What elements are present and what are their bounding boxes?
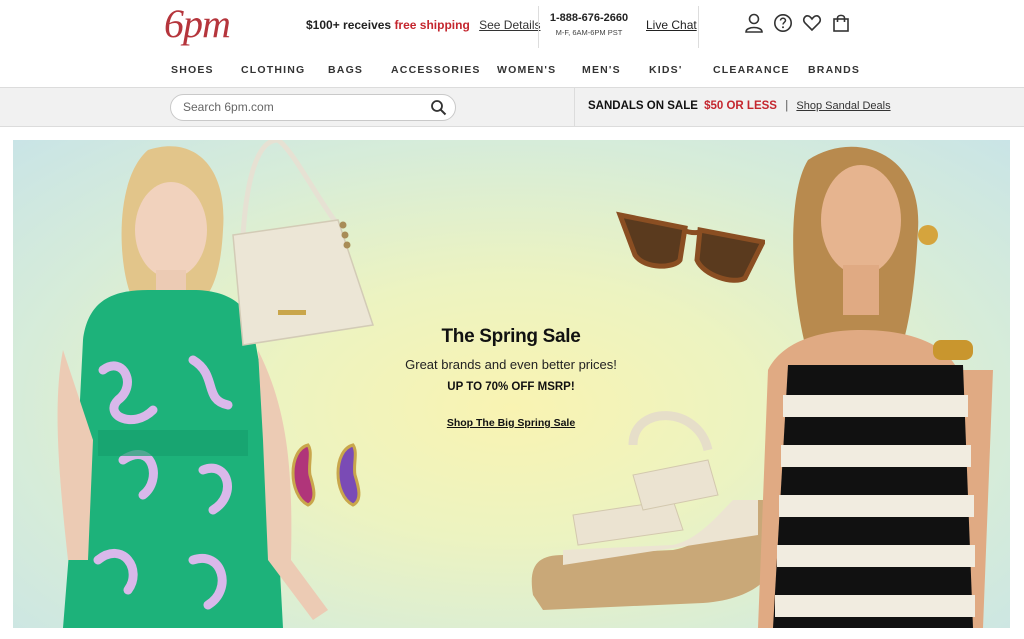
sandals-headline: SANDALS ON SALE [588, 100, 698, 112]
nav-brands[interactable]: BRANDS [808, 64, 860, 76]
hero-text: The Spring Sale Great brands and even be… [393, 326, 629, 431]
promo-lead: $100+ receives [306, 18, 392, 32]
model-right-image [758, 146, 993, 628]
shop-spring-sale-link[interactable]: Shop The Big Spring Sale [447, 417, 575, 429]
nav-clothing[interactable]: CLOTHING [241, 64, 305, 76]
nav-bags[interactable]: BAGS [328, 64, 363, 76]
phone-contact: 1-888-676-2660 M-F, 6AM-6PM PST [548, 12, 630, 37]
shop-sandal-deals-link[interactable]: Shop Sandal Deals [796, 100, 890, 112]
divider [698, 6, 699, 48]
nav-womens[interactable]: WOMEN'S [497, 64, 556, 76]
search-box [170, 94, 456, 121]
phone-number[interactable]: 1-888-676-2660 [548, 12, 630, 24]
hero-title: The Spring Sale [441, 326, 581, 347]
sandals-promo: SANDALS ON SALE $50 OR LESS | Shop Sanda… [588, 100, 891, 112]
nav-accessories[interactable]: ACCESSORIES [391, 64, 481, 76]
help-icon[interactable] [773, 12, 793, 34]
phone-hours: M-F, 6AM-6PM PST [555, 28, 623, 37]
nav-clearance[interactable]: CLEARANCE [713, 64, 790, 76]
promo-free-shipping: free shipping [394, 18, 470, 32]
earrings-image [291, 443, 361, 507]
shipping-promo: $100+ receives free shipping See Details [306, 18, 541, 32]
divider [574, 88, 575, 126]
main-nav: SHOES CLOTHING BAGS ACCESSORIES WOMEN'S … [0, 58, 1024, 84]
handbag-image [232, 140, 374, 346]
search-strip: SANDALS ON SALE $50 OR LESS | Shop Sanda… [0, 87, 1024, 127]
hero-subtitle: Great brands and even better prices! [405, 357, 617, 372]
sandals-price: $50 OR LESS [704, 100, 777, 112]
header-icons [744, 12, 851, 34]
account-icon[interactable] [744, 12, 764, 34]
hero-banner[interactable]: The Spring Sale Great brands and even be… [13, 140, 1010, 628]
nav-kids[interactable]: KIDS' [649, 64, 683, 76]
heart-icon[interactable] [802, 12, 822, 34]
separator: | [785, 100, 789, 112]
nav-mens[interactable]: MEN'S [582, 64, 621, 76]
search-input[interactable] [183, 100, 423, 114]
divider [538, 6, 539, 48]
live-chat-link[interactable]: Live Chat [646, 18, 697, 32]
top-bar: 6pm $100+ receives free shipping See Det… [0, 0, 1024, 52]
nav-shoes[interactable]: SHOES [171, 64, 214, 76]
bag-icon[interactable] [831, 12, 851, 34]
logo[interactable]: 6pm [164, 2, 231, 46]
hero-discount: UP TO 70% OFF MSRP! [447, 381, 575, 393]
search-icon[interactable] [430, 99, 447, 116]
see-details-link[interactable]: See Details [479, 18, 540, 32]
